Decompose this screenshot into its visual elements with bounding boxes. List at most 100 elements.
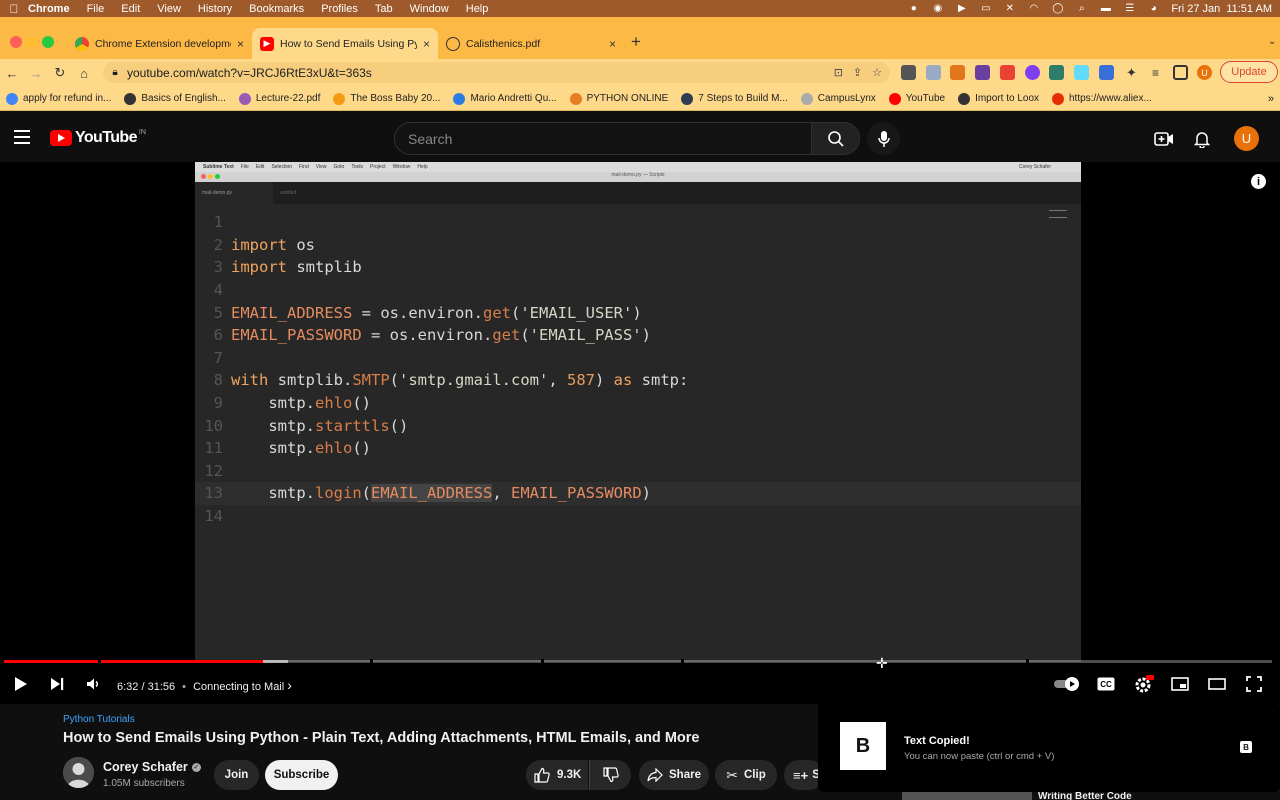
channel-avatar[interactable] xyxy=(63,757,94,788)
subtitles-button[interactable]: CC xyxy=(1096,674,1116,694)
play-circle-icon[interactable]: ▶ xyxy=(955,3,968,14)
bookmark-item[interactable]: YouTube xyxy=(888,92,945,105)
clip-button[interactable]: ✂ Clip xyxy=(715,760,777,790)
search-input[interactable]: Search xyxy=(394,122,812,155)
bookmark-item[interactable]: Mario Andretti Qu... xyxy=(453,92,557,105)
extension-grid-icon[interactable] xyxy=(926,65,941,80)
spotlight-icon[interactable]: ⌕ xyxy=(1075,3,1088,14)
bookmark-star-icon[interactable]: ☆ xyxy=(872,66,882,79)
bookmark-item[interactable]: apply for refund in... xyxy=(6,92,111,105)
join-button[interactable]: Join xyxy=(214,760,259,790)
notifications-bell-icon[interactable] xyxy=(1191,128,1213,150)
update-button[interactable]: Update xyxy=(1220,61,1278,83)
bookmark-item[interactable]: 7 Steps to Build M... xyxy=(681,92,788,105)
wifi-icon[interactable]: ◠ xyxy=(1027,3,1040,14)
extension-u-icon[interactable] xyxy=(1025,65,1040,80)
zoom-window-icon[interactable] xyxy=(42,36,54,48)
menu-datetime[interactable]: Fri 27 Jan 11:51 AM xyxy=(1171,3,1272,15)
chapter-chevron-icon[interactable]: › xyxy=(287,677,292,693)
share-page-icon[interactable]: ⇪ xyxy=(853,66,862,79)
tab-close-icon[interactable]: × xyxy=(423,37,430,51)
menu-bookmarks[interactable]: Bookmarks xyxy=(249,3,304,15)
menu-view[interactable]: View xyxy=(157,3,181,15)
forward-icon[interactable]: → xyxy=(24,66,48,81)
menu-window[interactable]: Window xyxy=(410,3,449,15)
play-button[interactable] xyxy=(12,674,30,694)
fullscreen-button[interactable] xyxy=(1244,674,1264,694)
new-tab-button[interactable]: + xyxy=(631,32,641,52)
extension-react-icon[interactable] xyxy=(1074,65,1089,80)
extension-purple-icon[interactable] xyxy=(975,65,990,80)
tab-calisthenics-pdf[interactable]: Calisthenics.pdf × xyxy=(438,28,624,59)
reload-icon[interactable]: ↻ xyxy=(48,65,72,81)
back-icon[interactable]: ← xyxy=(0,66,24,81)
next-video-thumbnail[interactable] xyxy=(902,792,1032,800)
apple-icon[interactable]:  xyxy=(0,2,28,16)
tab-close-icon[interactable]: × xyxy=(237,37,244,51)
volume-button[interactable] xyxy=(84,674,102,694)
search-button[interactable] xyxy=(811,122,860,155)
create-video-icon[interactable] xyxy=(1153,128,1175,150)
menu-profiles[interactable]: Profiles xyxy=(321,3,358,15)
theater-mode-button[interactable] xyxy=(1207,674,1227,694)
lock-icon[interactable]: 🔒︎ xyxy=(103,67,127,78)
record-icon[interactable]: ● xyxy=(907,3,920,14)
miniplayer-button[interactable] xyxy=(1170,674,1190,694)
menu-help[interactable]: Help xyxy=(466,3,489,15)
playlist-link[interactable]: Python Tutorials xyxy=(63,714,135,725)
tab-search-icon[interactable]: ⌄ xyxy=(1268,36,1276,47)
siri-icon[interactable]: ◕ xyxy=(1147,3,1160,14)
like-button[interactable]: 9.3K xyxy=(526,760,588,790)
minimize-window-icon[interactable] xyxy=(26,36,38,48)
voice-search-button[interactable] xyxy=(867,122,900,155)
share-button[interactable]: Share xyxy=(639,760,709,790)
bookmark-item[interactable]: Import to Loox xyxy=(958,92,1039,105)
menu-history[interactable]: History xyxy=(198,3,232,15)
next-video-title[interactable]: Writing Better Code xyxy=(1038,791,1132,800)
more-bookmarks-icon[interactable]: » xyxy=(1268,93,1280,105)
tab-close-icon[interactable]: × xyxy=(609,37,616,51)
bookmark-item[interactable]: https://www.aliex... xyxy=(1052,92,1152,105)
bookmark-item[interactable]: Basics of English... xyxy=(124,92,226,105)
extension-metamask-icon[interactable] xyxy=(950,65,965,80)
dislike-button[interactable] xyxy=(589,760,631,790)
channel-name[interactable]: Corey Schafer ✓ xyxy=(103,760,201,774)
extension-blue-icon[interactable] xyxy=(1099,65,1114,80)
menu-file[interactable]: File xyxy=(87,3,105,15)
profile-avatar[interactable]: U xyxy=(1197,65,1212,80)
account-avatar[interactable]: U xyxy=(1234,126,1259,151)
chapter-title[interactable]: Connecting to Mail xyxy=(193,681,284,693)
mute-icon[interactable]: ✕ xyxy=(1003,3,1016,14)
extension-red-icon[interactable] xyxy=(1000,65,1015,80)
bookmark-item[interactable]: The Boss Baby 20... xyxy=(333,92,440,105)
settings-button[interactable] xyxy=(1133,674,1155,694)
info-icon[interactable]: i xyxy=(1251,174,1266,189)
address-bar[interactable]: 🔒︎ youtube.com/watch?v=JRCJ6RtE3xU&t=363… xyxy=(103,62,890,83)
tab-chrome-extension[interactable]: Chrome Extension developmen × xyxy=(67,28,252,59)
close-window-icon[interactable] xyxy=(10,36,22,48)
side-panel-icon[interactable] xyxy=(1173,65,1188,80)
bookmark-item[interactable]: PYTHON ONLINE xyxy=(569,92,668,105)
screen-icon[interactable]: ◉ xyxy=(931,3,944,14)
bookmark-item[interactable]: CampusLynx xyxy=(800,92,876,105)
autoplay-toggle[interactable] xyxy=(1053,674,1081,694)
user-icon[interactable]: ◯ xyxy=(1051,3,1064,14)
youtube-logo[interactable]: YouTube IN xyxy=(50,129,146,147)
toast-extension-icon[interactable]: B xyxy=(1240,741,1252,753)
extension-screen-icon[interactable] xyxy=(901,65,916,80)
extensions-puzzle-icon[interactable]: ✦ xyxy=(1124,65,1139,80)
extension-a-icon[interactable] xyxy=(1049,65,1064,80)
battery-icon[interactable]: ▬ xyxy=(1099,3,1112,14)
home-icon[interactable]: ⌂ xyxy=(72,66,96,81)
reading-list-icon[interactable]: ≡ xyxy=(1148,65,1163,80)
install-icon[interactable]: ⊡ xyxy=(834,66,843,79)
display-icon[interactable]: ▭ xyxy=(979,3,992,14)
menu-app-name[interactable]: Chrome xyxy=(28,3,70,15)
next-button[interactable] xyxy=(48,674,66,694)
menu-hamburger-icon[interactable] xyxy=(14,130,30,144)
tab-send-emails[interactable]: ▶ How to Send Emails Using Pyth × xyxy=(252,28,438,59)
subscribe-button[interactable]: Subscribe xyxy=(265,760,338,790)
menu-edit[interactable]: Edit xyxy=(121,3,140,15)
control-center-icon[interactable]: ☰ xyxy=(1123,3,1136,14)
bookmark-item[interactable]: Lecture-22.pdf xyxy=(238,92,320,105)
